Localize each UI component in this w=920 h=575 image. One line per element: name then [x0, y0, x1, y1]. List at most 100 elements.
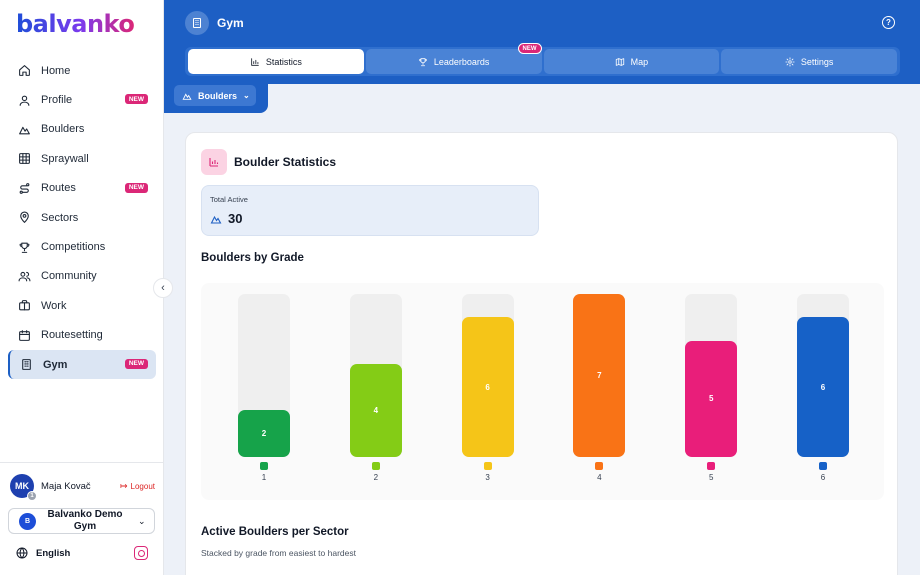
sidebar-item-label: Work — [41, 299, 67, 312]
calendar-icon — [18, 329, 31, 342]
total-active-value-row: 30 — [210, 211, 242, 226]
sidebar-item-label: Boulders — [41, 123, 85, 136]
sidebar-item-community[interactable]: Community — [8, 262, 156, 291]
statistics-card: Boulder Statistics Total Active 30 Bould… — [185, 132, 898, 575]
sidebar-item-home[interactable]: Home — [8, 56, 156, 85]
tab-map[interactable]: Map — [543, 49, 720, 74]
bar-chart-icon — [201, 149, 227, 175]
sidebar-item-label: Home — [41, 64, 71, 77]
trophy-icon — [18, 241, 31, 254]
sector-section-subtitle: Stacked by grade from easiest to hardest — [201, 548, 356, 558]
sidebar-item-label: Competitions — [41, 241, 106, 254]
sidebar-item-work[interactable]: Work — [8, 291, 156, 320]
globe-icon — [16, 547, 28, 559]
sidebar-item-label: Routes — [41, 182, 76, 195]
new-badge: NEW — [124, 94, 148, 105]
user-name[interactable]: Maja Kovač — [41, 481, 91, 492]
grade-color-dot — [483, 462, 492, 470]
sidebar-item-sectors[interactable]: Sectors — [8, 203, 156, 232]
avatar-count-badge: 1 — [27, 491, 37, 501]
bar-grade-3[interactable]: 6 — [461, 317, 514, 457]
new-badge: NEW — [124, 358, 148, 369]
tab-label: Map — [630, 56, 649, 67]
avatar[interactable]: MK 1 — [10, 474, 37, 501]
sidebar-item-label: Profile — [41, 94, 73, 107]
bar-value-label: 5 — [708, 394, 714, 404]
bar-chart-icon — [250, 57, 260, 67]
users-icon — [18, 270, 31, 283]
language-selector[interactable]: English — [16, 547, 148, 559]
chevron-down-icon: ⌄ — [138, 515, 146, 526]
logout-label: Logout — [130, 482, 155, 491]
chevron-left-icon: ‹ — [161, 282, 165, 294]
new-badge: NEW — [517, 43, 542, 54]
user-icon — [18, 94, 31, 107]
collapse-sidebar-button[interactable]: ‹ — [153, 278, 173, 298]
logout-icon: ↦ — [119, 481, 128, 491]
avatar-initials: MK — [15, 481, 29, 491]
total-active-value: 30 — [228, 211, 243, 226]
total-active-label: Total Active — [210, 195, 248, 204]
home-icon — [18, 64, 31, 77]
gym-selector-name: Balvanko Demo Gym — [47, 509, 123, 532]
sidebar-item-spraywall[interactable]: Spraywall — [8, 144, 156, 173]
mountain-icon — [182, 91, 192, 101]
sidebar-footer: MK 1 Maja Kovač ↦ Logout B Balvanko Demo… — [0, 462, 163, 560]
logout-button[interactable]: ↦ Logout — [120, 481, 155, 492]
sub-filter-bar: Boulders ⌄ — [164, 84, 268, 113]
tab-label: Settings — [800, 56, 834, 67]
tab-statistics[interactable]: Statistics — [188, 49, 364, 74]
sidebar-item-routesetting[interactable]: Routesetting — [8, 321, 156, 350]
sidebar-item-competitions[interactable]: Competitions — [8, 232, 156, 261]
sidebar-item-boulders[interactable]: Boulders — [8, 115, 156, 144]
sidebar-item-label: Gym — [43, 358, 68, 371]
sidebar-item-label: Sectors — [41, 211, 79, 224]
bar-value-label: 6 — [485, 382, 490, 392]
help-icon[interactable]: ? — [882, 16, 895, 29]
bar-grade-1[interactable]: 2 — [238, 410, 290, 457]
page-header: Gym ? Statistics Leaderboards NEW Map Settin… — [164, 0, 920, 84]
gym-avatar: B — [19, 512, 36, 530]
grade-color-dot — [707, 462, 716, 470]
header-tabs: Statistics Leaderboards NEW Map Settings — [185, 43, 900, 76]
building-icon — [20, 358, 33, 371]
trophy-icon — [418, 57, 428, 67]
grade-color-dot — [595, 462, 604, 470]
x-tick-label: 1 — [261, 473, 267, 482]
logo-text: balvanko — [16, 10, 135, 38]
boulders-filter-dropdown[interactable]: Boulders ⌄ — [174, 85, 256, 106]
bar-value-label: 7 — [597, 371, 602, 380]
bar-grade-5[interactable]: 5 — [685, 340, 738, 457]
grade-section-title: Boulders by Grade — [201, 252, 304, 264]
bar-value-label: 4 — [373, 405, 379, 415]
app-logo[interactable]: balvanko — [16, 10, 135, 38]
bar-grade-4[interactable]: 7 — [573, 294, 626, 457]
language-label: English — [36, 547, 71, 559]
bar-grade-6[interactable]: 6 — [797, 317, 849, 457]
grade-color-dot — [819, 462, 827, 470]
x-tick-label: 6 — [820, 473, 826, 482]
new-badge: NEW — [124, 182, 148, 193]
sidebar-item-profile[interactable]: Profile NEW — [8, 85, 156, 114]
grid-icon — [18, 152, 31, 165]
instagram-icon[interactable] — [134, 546, 148, 560]
sidebar-item-routes[interactable]: Routes NEW — [8, 174, 156, 203]
sidebar-item-gym[interactable]: Gym NEW — [8, 349, 156, 380]
gear-icon — [785, 56, 795, 67]
tab-label: Statistics — [265, 56, 302, 67]
tab-settings[interactable]: Settings — [721, 49, 897, 74]
user-row: MK 1 Maja Kovač ↦ Logout — [10, 473, 155, 501]
grade-color-dot — [260, 462, 268, 470]
sidebar-item-label: Spraywall — [41, 152, 89, 165]
bar-value-label: 6 — [820, 382, 826, 392]
briefcase-icon — [18, 299, 31, 312]
bar-grade-2[interactable]: 4 — [349, 363, 402, 457]
sidebar-item-label: Community — [41, 270, 97, 283]
sidebar-nav: Home Profile NEW Boulders Spraywall Routes NEW… — [8, 56, 156, 380]
bar-value-label: 2 — [261, 429, 267, 439]
sub-filter-label: Boulders — [198, 90, 238, 101]
mountain-icon — [18, 123, 31, 136]
gym-selector[interactable]: B Balvanko Demo Gym ⌄ — [8, 508, 155, 534]
tab-leaderboards[interactable]: Leaderboards NEW — [365, 43, 542, 74]
x-tick-label: 4 — [597, 473, 602, 482]
